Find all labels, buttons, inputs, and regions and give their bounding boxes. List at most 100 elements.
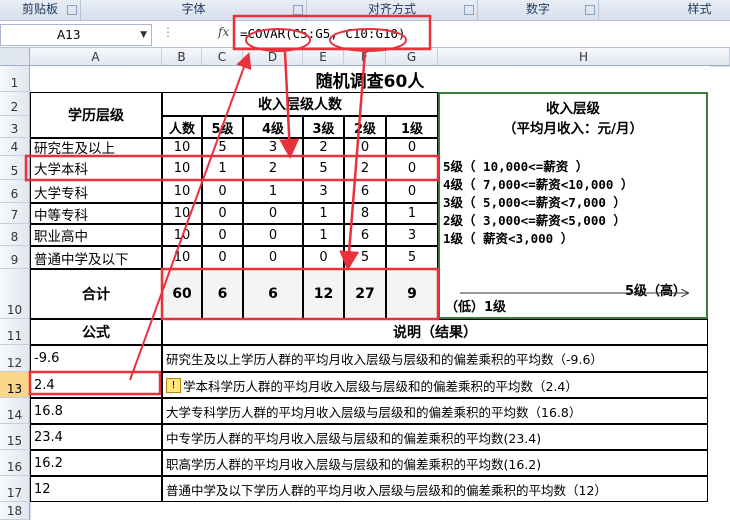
data-cell[interactable]: 3 bbox=[303, 180, 344, 203]
data-cell[interactable]: 5 bbox=[303, 156, 344, 180]
column-header-d[interactable]: D bbox=[243, 48, 303, 66]
legend-box[interactable]: 收入层级 （平均月收入：元/月） 5级（ 10,000<=薪资 ） 4级（ 7,… bbox=[438, 92, 708, 319]
data-cell[interactable]: 0 bbox=[202, 246, 243, 269]
row-header-12[interactable]: 12 bbox=[0, 345, 30, 372]
level-header-cell[interactable]: 1级 bbox=[386, 116, 438, 138]
total-cell[interactable]: 60 bbox=[162, 269, 202, 319]
warning-icon[interactable]: ! bbox=[166, 377, 181, 393]
ribbon-group-font[interactable]: 字体 bbox=[81, 0, 307, 20]
result-value-cell[interactable]: 16.8 bbox=[30, 398, 162, 424]
formula-bar-resize-icon[interactable]: ⋮ bbox=[162, 25, 174, 39]
edu-level-cell[interactable]: 研究生及以上 bbox=[30, 138, 162, 156]
level-header-cell[interactable]: 5级 bbox=[202, 116, 243, 138]
data-cell[interactable]: 2 bbox=[303, 138, 344, 156]
edu-level-cell[interactable]: 职业高中 bbox=[30, 224, 162, 246]
row-header-15[interactable]: 15 bbox=[0, 424, 30, 450]
row-header-14[interactable]: 14 bbox=[0, 398, 30, 424]
level-header-cell[interactable]: 人数 bbox=[162, 116, 202, 138]
result-value-cell[interactable]: 16.2 bbox=[30, 450, 162, 476]
level-header-cell[interactable]: 3级 bbox=[303, 116, 344, 138]
data-cell[interactable]: 0 bbox=[202, 203, 243, 224]
data-cell[interactable]: 1 bbox=[303, 203, 344, 224]
total-cell[interactable]: 6 bbox=[243, 269, 303, 319]
insert-function-icon[interactable]: fx bbox=[218, 25, 229, 39]
formula-header[interactable]: 公式 bbox=[30, 319, 162, 345]
column-header-f[interactable]: F bbox=[344, 48, 386, 66]
data-cell[interactable]: 3 bbox=[386, 224, 438, 246]
data-cell[interactable]: 3 bbox=[243, 138, 303, 156]
data-cell[interactable]: 8 bbox=[344, 203, 386, 224]
row-header-13[interactable]: 13 bbox=[0, 372, 30, 398]
name-box[interactable]: A13 ▼ bbox=[0, 24, 152, 46]
result-value-cell[interactable]: 23.4 bbox=[30, 424, 162, 450]
data-cell[interactable]: 1 bbox=[202, 156, 243, 180]
row-header-6[interactable]: 6 bbox=[0, 180, 30, 203]
dialog-launcher-icon[interactable] bbox=[585, 5, 595, 15]
data-cell[interactable]: 0 bbox=[386, 180, 438, 203]
data-cell[interactable]: 0 bbox=[243, 224, 303, 246]
edu-level-cell[interactable]: 普通中学及以下 bbox=[30, 246, 162, 269]
data-cell[interactable]: 0 bbox=[243, 246, 303, 269]
result-description-cell[interactable]: 大学专科学历人群的平均月收入层级与层级和的偏差乘积的平均数（16.8） bbox=[162, 398, 708, 424]
dialog-launcher-icon[interactable] bbox=[464, 5, 474, 15]
column-header-c[interactable]: C bbox=[202, 48, 243, 66]
data-cell[interactable]: 5 bbox=[386, 246, 438, 269]
dialog-launcher-icon[interactable] bbox=[293, 5, 303, 15]
row-header-2[interactable]: 2 bbox=[0, 92, 30, 116]
data-cell[interactable]: 0 bbox=[202, 180, 243, 203]
formula-input[interactable]: =COVAR(C5:G5, C10:G10) bbox=[240, 24, 406, 44]
data-cell[interactable]: 0 bbox=[386, 156, 438, 180]
column-header-b[interactable]: B bbox=[162, 48, 202, 66]
data-cell[interactable]: 1 bbox=[386, 203, 438, 224]
edu-level-cell[interactable]: 中等专科 bbox=[30, 203, 162, 224]
data-cell[interactable]: 10 bbox=[162, 138, 202, 156]
result-description-cell[interactable]: 研究生及以上学历人群的平均月收入层级与层级和的偏差乘积的平均数（-9.6） bbox=[162, 345, 708, 372]
result-description-cell[interactable]: ! 学本科学历人群的平均月收入层级与层级和的偏差乘积的平均数（2.4） bbox=[162, 372, 708, 398]
row-header-4[interactable]: 4 bbox=[0, 138, 30, 156]
row-header-1[interactable]: 1 bbox=[0, 66, 30, 92]
result-value-cell[interactable]: -9.6 bbox=[30, 345, 162, 372]
chevron-down-icon[interactable]: ▼ bbox=[84, 25, 147, 45]
row-header-9[interactable]: 9 bbox=[0, 246, 30, 269]
row-header-7[interactable]: 7 bbox=[0, 203, 30, 224]
row-header-5[interactable]: 5 bbox=[0, 156, 30, 180]
row-header-16[interactable]: 16 bbox=[0, 450, 30, 476]
result-value-cell[interactable]: 12 bbox=[30, 476, 162, 502]
column-header-h[interactable]: H bbox=[438, 48, 730, 66]
row-header-8[interactable]: 8 bbox=[0, 224, 30, 246]
data-cell[interactable]: 0 bbox=[303, 246, 344, 269]
income-header[interactable]: 收入层级人数 bbox=[162, 92, 438, 116]
data-cell[interactable]: 10 bbox=[162, 224, 202, 246]
data-cell[interactable]: 0 bbox=[243, 203, 303, 224]
row-header-17[interactable]: 17 bbox=[0, 476, 30, 502]
ribbon-group-alignment[interactable]: 对齐方式 bbox=[307, 0, 478, 20]
ribbon-group-styles[interactable]: 样式 bbox=[599, 0, 730, 20]
column-header-g[interactable]: G bbox=[386, 48, 438, 66]
ribbon-group-clipboard[interactable]: 剪贴板 bbox=[0, 0, 81, 20]
data-cell[interactable]: 10 bbox=[162, 203, 202, 224]
level-header-cell[interactable]: 2级 bbox=[344, 116, 386, 138]
data-cell[interactable]: 10 bbox=[162, 246, 202, 269]
column-header-a[interactable]: A bbox=[30, 48, 162, 66]
edu-level-cell[interactable]: 大学专科 bbox=[30, 180, 162, 203]
data-cell[interactable]: 6 bbox=[344, 224, 386, 246]
row-header-3[interactable]: 3 bbox=[0, 116, 30, 138]
data-cell[interactable]: 6 bbox=[344, 180, 386, 203]
data-cell[interactable]: 1 bbox=[243, 180, 303, 203]
row-header-10[interactable]: 10 bbox=[0, 269, 30, 319]
data-cell[interactable]: 2 bbox=[243, 156, 303, 180]
level-header-cell[interactable]: 4级 bbox=[243, 116, 303, 138]
dialog-launcher-icon[interactable] bbox=[67, 5, 77, 15]
data-cell[interactable]: 10 bbox=[162, 156, 202, 180]
sheet-title[interactable]: 随机调查60人 bbox=[30, 66, 710, 92]
total-label[interactable]: 合计 bbox=[30, 269, 162, 319]
result-description-cell[interactable]: 普通中学及以下学历人群的平均月收入层级与层级和的偏差乘积的平均数（12） bbox=[162, 476, 708, 502]
data-cell[interactable]: 5 bbox=[344, 246, 386, 269]
column-header-e[interactable]: E bbox=[303, 48, 344, 66]
total-cell[interactable]: 27 bbox=[344, 269, 386, 319]
result-description-cell[interactable]: 中专学历人群的平均月收入层级与层级和的偏差乘积的平均数(23.4) bbox=[162, 424, 708, 450]
total-cell[interactable]: 9 bbox=[386, 269, 438, 319]
data-cell[interactable]: 0 bbox=[344, 138, 386, 156]
total-cell[interactable]: 6 bbox=[202, 269, 243, 319]
ribbon-group-number[interactable]: 数字 bbox=[478, 0, 599, 20]
